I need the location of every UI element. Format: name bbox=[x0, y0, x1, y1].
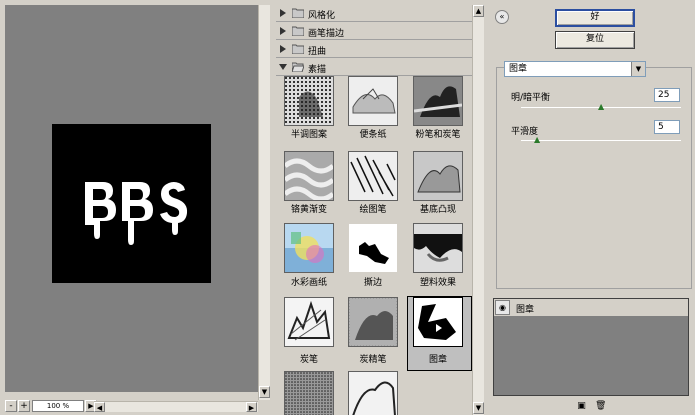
preview-image bbox=[52, 124, 211, 283]
water-paper-thumbnail bbox=[285, 224, 333, 272]
category-label: 素描 bbox=[308, 65, 327, 75]
scroll-up-arrow-icon[interactable]: ▲ bbox=[473, 5, 484, 17]
filter-select[interactable]: 图章 ▼ bbox=[504, 61, 646, 77]
filter-gallery: 风格化 画笔描边 扭曲 素描 半调图案 便条纸 粉笔和炭笔 铬黄渐变 绘图笔 基… bbox=[276, 5, 472, 415]
photocopy-thumbnail bbox=[349, 372, 397, 415]
filter-thumb-reticulation[interactable] bbox=[284, 371, 334, 415]
zoom-out-button[interactable]: - bbox=[5, 400, 17, 412]
filter-thumb-stamp[interactable] bbox=[413, 297, 463, 347]
reset-button[interactable]: 复位 bbox=[555, 31, 635, 49]
category-sketch[interactable]: 素描 bbox=[276, 59, 472, 76]
halftone-thumbnail bbox=[285, 77, 333, 125]
scroll-left-arrow-icon[interactable]: ◀ bbox=[94, 402, 105, 412]
zoom-in-button[interactable]: + bbox=[18, 400, 30, 412]
folder-icon bbox=[292, 26, 304, 36]
filter-label: 撕边 bbox=[363, 278, 382, 288]
chevron-down-icon[interactable]: ▼ bbox=[631, 62, 645, 76]
scroll-down-arrow-icon[interactable]: ▼ bbox=[259, 386, 270, 398]
new-effect-layer-icon[interactable]: ▣ bbox=[576, 401, 587, 412]
filter-label: 便条纸 bbox=[359, 130, 387, 140]
charcoal-thumbnail bbox=[285, 298, 333, 346]
filter-thumb-chalk-charcoal[interactable] bbox=[413, 76, 463, 126]
scroll-right-arrow-icon[interactable]: ▶ bbox=[246, 402, 257, 412]
filter-thumb-bas-relief[interactable] bbox=[413, 151, 463, 201]
filter-label: 水彩画纸 bbox=[290, 278, 327, 288]
chrome-thumbnail bbox=[285, 152, 333, 200]
filter-thumb-photocopy[interactable] bbox=[348, 371, 398, 415]
filter-thumb-torn-edges[interactable] bbox=[348, 223, 398, 273]
category-brush-strokes[interactable]: 画笔描边 bbox=[276, 23, 472, 40]
category-label: 扭曲 bbox=[308, 47, 327, 57]
preview-horizontal-scrollbar[interactable]: ◀ ▶ bbox=[94, 401, 258, 412]
graphic-pen-thumbnail bbox=[349, 152, 397, 200]
filter-label: 基底凸现 bbox=[419, 205, 456, 215]
zoom-control: - + 100 % ▶ bbox=[5, 400, 97, 413]
expand-arrow-icon[interactable] bbox=[279, 44, 287, 54]
filter-thumb-charcoal[interactable] bbox=[284, 297, 334, 347]
smoothness-slider-track[interactable] bbox=[521, 140, 681, 141]
plaster-thumbnail bbox=[414, 224, 462, 272]
category-distort[interactable]: 扭曲 bbox=[276, 41, 472, 58]
folder-icon bbox=[292, 44, 304, 54]
bas-relief-thumbnail bbox=[414, 152, 462, 200]
filter-label: 粉笔和炭笔 bbox=[415, 130, 461, 140]
bbs-stamp-graphic bbox=[85, 182, 188, 245]
filter-thumb-water-paper[interactable] bbox=[284, 223, 334, 273]
ok-button[interactable]: 好 bbox=[555, 9, 635, 27]
filter-select-value: 图章 bbox=[509, 64, 528, 74]
conte-crayon-thumbnail bbox=[349, 298, 397, 346]
filter-parameters-group: 明/暗平衡 25 ▲ 平滑度 5 ▲ bbox=[496, 67, 692, 289]
stamp-thumbnail bbox=[414, 298, 462, 346]
folder-icon bbox=[292, 8, 304, 18]
smoothness-field[interactable]: 5 bbox=[654, 120, 680, 134]
filter-thumb-halftone[interactable] bbox=[284, 76, 334, 126]
slider-handle-icon[interactable]: ▲ bbox=[598, 103, 605, 111]
filter-label: 绘图笔 bbox=[359, 205, 387, 215]
note-paper-thumbnail bbox=[349, 77, 397, 125]
zoom-level-field[interactable]: 100 % bbox=[32, 400, 84, 412]
filter-label: 炭精笔 bbox=[359, 355, 387, 365]
effect-layer-row[interactable]: ◉ 图章 bbox=[494, 299, 688, 317]
trash-icon[interactable]: 🗑 bbox=[595, 401, 606, 412]
torn-edges-thumbnail bbox=[349, 224, 397, 272]
collapse-arrow-icon[interactable] bbox=[279, 62, 287, 72]
settings-panel: « 好 复位 明/暗平衡 25 ▲ 平滑度 5 ▲ 图章 ▼ ◉ 图章 ▣ 🗑 bbox=[486, 5, 695, 415]
scroll-down-arrow-icon[interactable]: ▼ bbox=[473, 402, 484, 414]
filter-thumb-note-paper[interactable] bbox=[348, 76, 398, 126]
expand-arrow-icon[interactable] bbox=[279, 26, 287, 36]
filter-label: 铬黄渐变 bbox=[290, 205, 327, 215]
category-label: 风格化 bbox=[308, 11, 336, 21]
slider-handle-icon[interactable]: ▲ bbox=[534, 136, 541, 144]
open-folder-icon bbox=[292, 62, 304, 72]
collapse-gallery-button[interactable]: « bbox=[495, 10, 509, 24]
effect-layer-label: 图章 bbox=[516, 305, 535, 315]
filter-thumb-chrome[interactable] bbox=[284, 151, 334, 201]
filter-thumb-plaster[interactable] bbox=[413, 223, 463, 273]
filter-thumb-graphic-pen[interactable] bbox=[348, 151, 398, 201]
category-stylize[interactable]: 风格化 bbox=[276, 5, 472, 22]
light-dark-balance-field[interactable]: 25 bbox=[654, 88, 680, 102]
preview-vertical-scrollbar[interactable]: ▼ bbox=[258, 5, 270, 400]
filter-label: 半调图案 bbox=[290, 130, 327, 140]
filter-thumb-conte-crayon[interactable] bbox=[348, 297, 398, 347]
expand-arrow-icon[interactable] bbox=[279, 8, 287, 18]
gallery-vertical-scrollbar[interactable]: ▲ ▼ bbox=[472, 5, 484, 415]
light-dark-balance-label: 明/暗平衡 bbox=[511, 93, 551, 103]
effect-layers-panel: ◉ 图章 bbox=[493, 298, 689, 396]
category-label: 画笔描边 bbox=[308, 29, 345, 39]
preview-canvas[interactable] bbox=[5, 5, 258, 392]
eye-icon[interactable]: ◉ bbox=[495, 300, 510, 315]
filter-label: 塑料效果 bbox=[419, 278, 456, 288]
filter-label: 图章 bbox=[428, 355, 447, 365]
filter-label: 炭笔 bbox=[299, 355, 318, 365]
reticulation-thumbnail bbox=[285, 372, 333, 415]
chalk-charcoal-thumbnail bbox=[414, 77, 462, 125]
